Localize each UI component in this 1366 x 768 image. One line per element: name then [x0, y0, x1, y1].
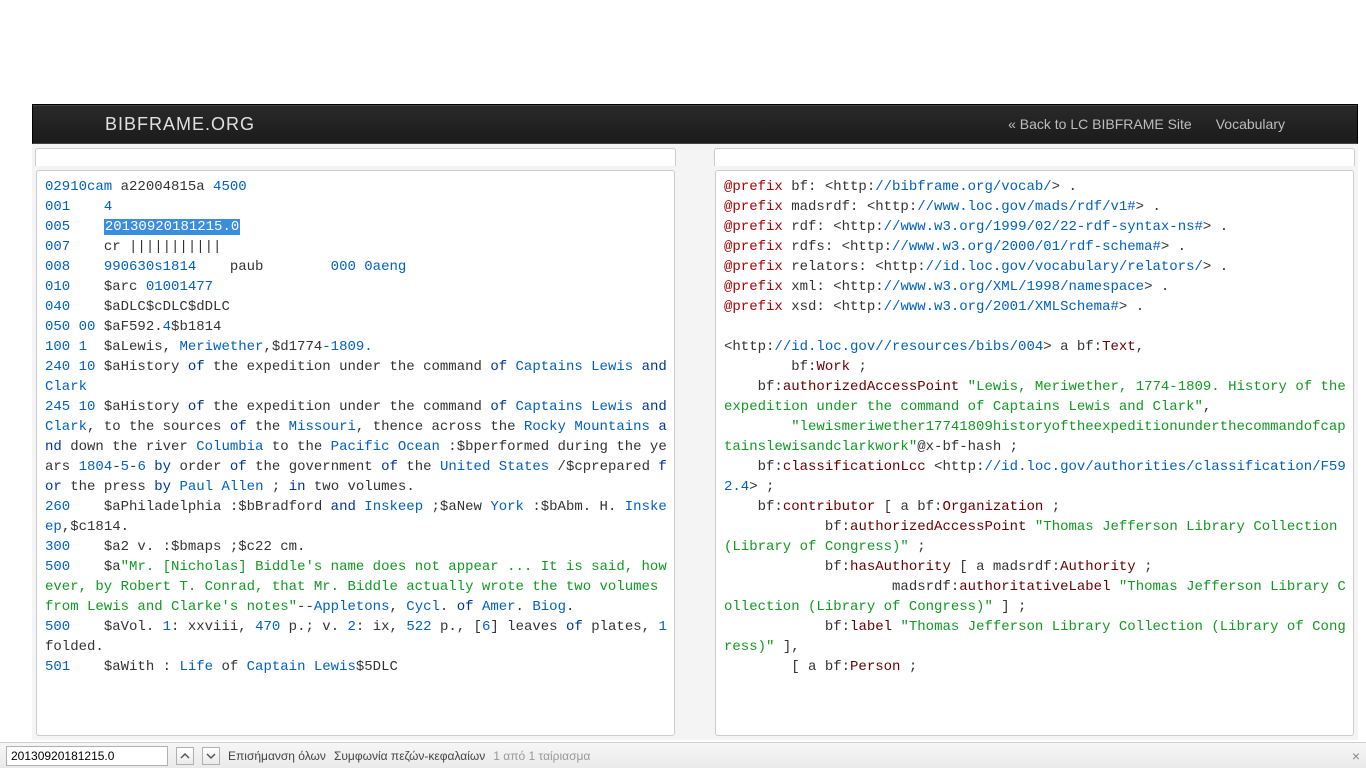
find-prev-button[interactable]	[176, 747, 194, 765]
brand-label: BIBFRAME.ORG	[105, 114, 255, 135]
left-pane-wrap: 02910cam a22004815a 4500 001 4 005 20130…	[36, 170, 675, 736]
right-pane-header-stub	[714, 148, 1355, 166]
content-area: 02910cam a22004815a 4500 001 4 005 20130…	[32, 144, 1358, 740]
chevron-up-icon	[180, 751, 190, 761]
right-pane-wrap: @prefix bf: <http://bibframe.org/vocab/>…	[715, 170, 1354, 736]
find-bar: Επισήμανση όλων Συμφωνία πεζών-κεφαλαίων…	[0, 742, 1366, 768]
turtle-output-pane[interactable]: @prefix bf: <http://bibframe.org/vocab/>…	[715, 170, 1354, 736]
find-result-count: 1 από 1 ταίριασμα	[493, 749, 590, 763]
window-chrome-gap	[0, 0, 1366, 104]
close-icon: ×	[1352, 748, 1360, 764]
top-navbar: BIBFRAME.ORG « Back to LC BIBFRAME Site …	[32, 104, 1358, 144]
find-input[interactable]	[6, 746, 168, 766]
chevron-down-icon	[206, 751, 216, 761]
vocabulary-link[interactable]: Vocabulary	[1216, 116, 1285, 132]
marc-source-pane[interactable]: 02910cam a22004815a 4500 001 4 005 20130…	[36, 170, 675, 736]
back-to-lc-link[interactable]: « Back to LC BIBFRAME Site	[1008, 116, 1192, 132]
match-case-toggle[interactable]: Συμφωνία πεζών-κεφαλαίων	[334, 749, 485, 763]
find-next-button[interactable]	[202, 747, 220, 765]
nav-right-links: « Back to LC BIBFRAME Site Vocabulary	[1008, 116, 1285, 132]
left-pane-header-stub	[35, 148, 676, 166]
highlight-all-toggle[interactable]: Επισήμανση όλων	[228, 749, 326, 763]
close-findbar-button[interactable]: ×	[1352, 748, 1360, 764]
